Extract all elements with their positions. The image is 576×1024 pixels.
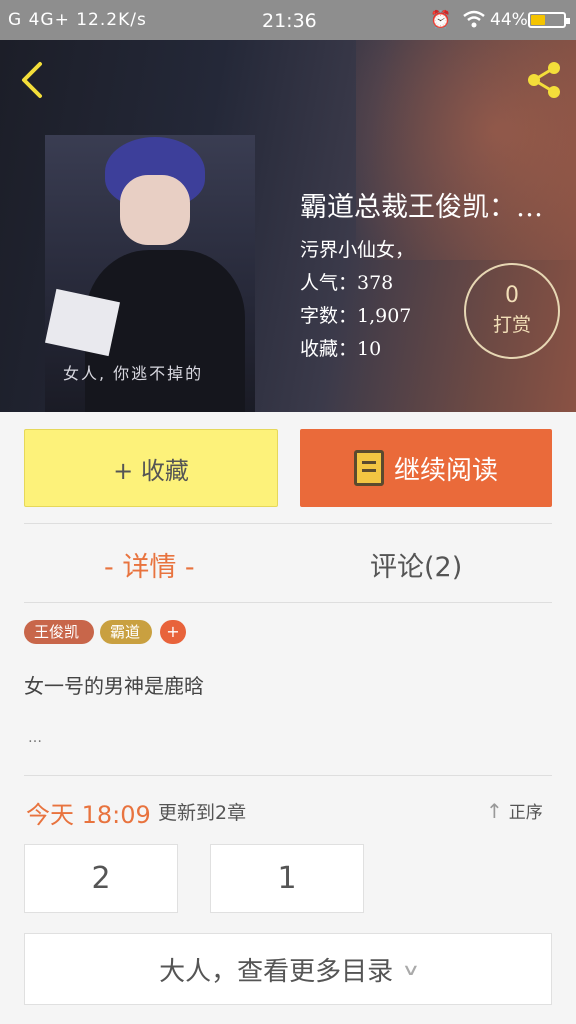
battery-tip bbox=[566, 18, 570, 24]
book-description: 女一号的男神是鹿晗 bbox=[24, 674, 204, 698]
book-cover[interactable]: 女人, 你逃不掉的 bbox=[45, 135, 255, 412]
battery-percent: 44% bbox=[490, 10, 528, 30]
divider bbox=[24, 523, 552, 524]
status-bar: G 4G+ 12.2K/s 21:36 ⏰ 44% bbox=[0, 0, 576, 40]
view-more-toc-button[interactable]: 大人，查看更多目录 ∨ bbox=[24, 933, 552, 1005]
tag-chip[interactable]: 霸道 bbox=[100, 620, 152, 644]
cover-caption: 女人, 你逃不掉的 bbox=[63, 364, 204, 383]
book-icon bbox=[353, 450, 384, 486]
chevron-down-icon: ∨ bbox=[401, 959, 421, 979]
tip-count: 0 bbox=[505, 283, 519, 308]
sort-order-button[interactable]: ↑ 正序 bbox=[486, 798, 543, 824]
chapter-item[interactable]: 1 bbox=[210, 844, 364, 913]
book-title: 霸道总裁王俊凯：… bbox=[300, 192, 543, 223]
tip-button[interactable]: 0 打赏 bbox=[464, 263, 560, 359]
chevron-left-icon bbox=[22, 62, 42, 98]
book-header: 女人, 你逃不掉的 霸道总裁王俊凯：… 污界小仙女， 人气：378 字数：1,9… bbox=[0, 40, 576, 412]
add-tag-button[interactable]: + bbox=[160, 620, 186, 644]
continue-reading-label: 继续阅读 bbox=[393, 455, 498, 486]
network-status: G 4G+ 12.2K/s bbox=[8, 10, 147, 30]
tag-chip[interactable]: 王俊凯 bbox=[24, 620, 94, 644]
share-icon bbox=[528, 62, 560, 98]
battery-level bbox=[531, 15, 546, 25]
update-time: 今天 18:09 bbox=[26, 801, 151, 829]
alarm-icon: ⏰ bbox=[430, 10, 452, 30]
update-text: 更新到2章 bbox=[158, 802, 247, 824]
arrow-up-icon: ↑ bbox=[486, 798, 503, 823]
add-favorite-button[interactable]: + 收藏 bbox=[24, 429, 278, 507]
continue-reading-button[interactable]: 继续阅读 bbox=[300, 429, 552, 507]
divider bbox=[24, 775, 552, 776]
tip-label: 打赏 bbox=[492, 314, 531, 336]
tab-comments[interactable]: 评论(2) bbox=[370, 545, 462, 584]
view-more-toc-label: 大人，查看更多目录 bbox=[159, 956, 394, 987]
add-favorite-label: + 收藏 bbox=[113, 456, 189, 485]
sort-order-label: 正序 bbox=[508, 803, 543, 823]
clock: 21:36 bbox=[262, 10, 317, 32]
description-more[interactable]: … bbox=[28, 730, 42, 746]
cover-art-face bbox=[120, 175, 190, 245]
back-button[interactable] bbox=[16, 60, 48, 100]
divider bbox=[24, 602, 552, 603]
book-author: 污界小仙女， bbox=[300, 239, 415, 261]
wifi-icon bbox=[462, 10, 486, 33]
battery-icon bbox=[528, 12, 570, 28]
tab-details[interactable]: - 详情 - bbox=[104, 545, 195, 584]
share-button[interactable] bbox=[522, 58, 566, 102]
chapter-item[interactable]: 2 bbox=[24, 844, 178, 913]
